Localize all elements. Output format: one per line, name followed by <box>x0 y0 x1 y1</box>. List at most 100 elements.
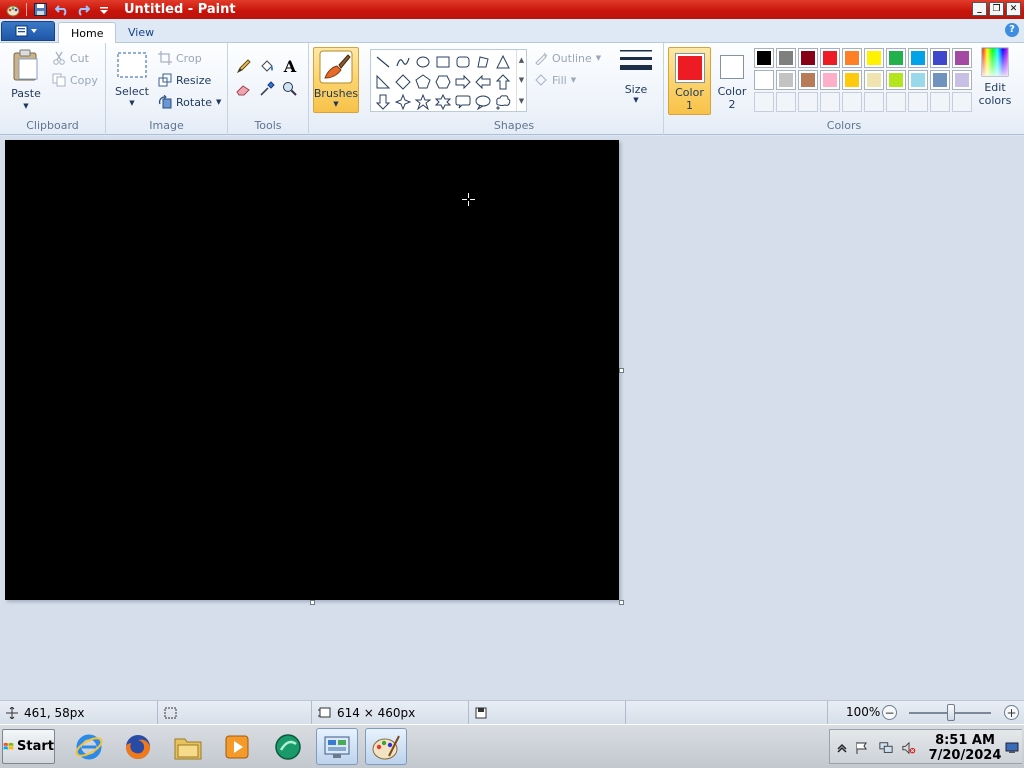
shape-curve[interactable] <box>393 52 413 72</box>
shape-six-point-star[interactable] <box>433 92 453 112</box>
shape-oval-callout[interactable] <box>473 92 493 112</box>
taskbar-control-panel[interactable] <box>316 728 358 765</box>
select-dropdown-icon[interactable]: ▼ <box>129 99 134 107</box>
palette-swatch[interactable] <box>886 70 906 90</box>
palette-swatch-empty[interactable] <box>930 92 950 112</box>
show-hidden-icons-icon[interactable] <box>835 741 849 755</box>
paste-button[interactable]: Paste ▼ <box>6 49 46 110</box>
network-icon[interactable] <box>879 741 893 755</box>
clock[interactable]: 8:51 AM 7/20/2024 <box>926 733 1004 763</box>
palette-swatch-empty[interactable] <box>886 92 906 112</box>
text-tool[interactable]: A <box>279 55 301 77</box>
restore-button[interactable]: ❐ <box>989 2 1004 16</box>
taskbar-firefox[interactable] <box>117 728 159 765</box>
tab-view[interactable]: View <box>116 22 166 44</box>
paste-dropdown-icon[interactable]: ▼ <box>23 102 28 110</box>
tab-home[interactable]: Home <box>58 22 117 44</box>
palette-swatch[interactable] <box>908 70 928 90</box>
palette-swatch[interactable] <box>908 48 928 68</box>
shape-four-point-star[interactable] <box>393 92 413 112</box>
start-button[interactable]: Start <box>2 729 55 764</box>
paint-menu-button[interactable] <box>1 21 55 41</box>
palette-swatch[interactable] <box>754 70 774 90</box>
fill-button[interactable]: Fill ▼ <box>534 73 576 87</box>
palette-swatch[interactable] <box>930 48 950 68</box>
taskbar-green-app[interactable] <box>267 728 309 765</box>
show-desktop-icon[interactable] <box>1004 741 1020 755</box>
palette-swatch[interactable] <box>864 48 884 68</box>
taskbar-media-player[interactable] <box>216 728 258 765</box>
shape-triangle[interactable] <box>493 52 513 72</box>
crop-button[interactable]: Crop <box>158 51 202 65</box>
select-button[interactable]: Select ▼ <box>112 51 152 107</box>
taskbar-file-explorer[interactable] <box>167 728 209 765</box>
palette-swatch[interactable] <box>930 70 950 90</box>
fill-tool[interactable] <box>256 55 278 77</box>
undo-icon[interactable] <box>54 2 69 17</box>
palette-swatch-empty[interactable] <box>908 92 928 112</box>
color-picker-tool[interactable] <box>256 78 278 100</box>
edit-colors-button[interactable]: Edit colors <box>975 47 1015 107</box>
shape-line[interactable] <box>373 52 393 72</box>
taskbar-internet-explorer[interactable] <box>68 728 110 765</box>
outline-button[interactable]: Outline ▼ <box>534 51 601 65</box>
brushes-button[interactable]: Brushes ▼ <box>313 47 359 113</box>
palette-swatch-empty[interactable] <box>842 92 862 112</box>
brushes-dropdown-icon[interactable]: ▼ <box>333 100 338 108</box>
palette-swatch-empty[interactable] <box>952 92 972 112</box>
palette-swatch[interactable] <box>864 70 884 90</box>
zoom-out-button[interactable]: − <box>882 705 897 720</box>
palette-swatch[interactable] <box>776 70 796 90</box>
rotate-button[interactable]: Rotate ▼ <box>158 95 221 109</box>
shape-right-arrow[interactable] <box>453 72 473 92</box>
save-icon[interactable] <box>33 2 48 17</box>
taskbar-paint[interactable] <box>365 728 407 765</box>
zoom-in-button[interactable]: + <box>1004 705 1019 720</box>
palette-swatch-empty[interactable] <box>864 92 884 112</box>
customize-qat-icon[interactable] <box>96 2 111 17</box>
palette-swatch[interactable] <box>798 48 818 68</box>
shapes-scrollbar[interactable]: ▲ ▼ ▼ <box>516 50 526 111</box>
zoom-slider-thumb[interactable] <box>947 704 955 721</box>
shape-five-point-star[interactable] <box>413 92 433 112</box>
palette-swatch[interactable] <box>754 48 774 68</box>
shape-up-arrow[interactable] <box>493 72 513 92</box>
palette-swatch-empty[interactable] <box>820 92 840 112</box>
shape-down-arrow[interactable] <box>373 92 393 112</box>
shapes-expand-icon[interactable]: ▼ <box>519 97 524 105</box>
help-icon[interactable]: ? <box>1005 23 1019 37</box>
close-button[interactable]: ✕ <box>1006 2 1021 16</box>
palette-swatch-empty[interactable] <box>798 92 818 112</box>
drawing-canvas[interactable] <box>5 140 619 600</box>
resize-button[interactable]: Resize <box>158 73 211 87</box>
palette-swatch[interactable] <box>798 70 818 90</box>
shape-hexagon[interactable] <box>433 72 453 92</box>
canvas-resize-handle-right[interactable] <box>619 368 624 373</box>
shapes-scroll-down-icon[interactable]: ▼ <box>519 76 524 84</box>
shape-rectangle[interactable] <box>433 52 453 72</box>
eraser-tool[interactable] <box>233 78 255 100</box>
palette-swatch[interactable] <box>886 48 906 68</box>
canvas-resize-handle-bottom[interactable] <box>310 600 315 605</box>
shape-rounded-rectangle[interactable] <box>453 52 473 72</box>
palette-swatch[interactable] <box>952 70 972 90</box>
cut-button[interactable]: Cut <box>52 51 89 65</box>
palette-swatch[interactable] <box>952 48 972 68</box>
shape-diamond[interactable] <box>393 72 413 92</box>
palette-swatch[interactable] <box>842 48 862 68</box>
color1-button[interactable]: Color 1 <box>668 47 711 115</box>
pencil-tool[interactable] <box>233 55 255 77</box>
minimize-button[interactable]: _ <box>972 2 987 16</box>
palette-swatch[interactable] <box>776 48 796 68</box>
palette-swatch[interactable] <box>820 70 840 90</box>
shape-left-arrow[interactable] <box>473 72 493 92</box>
copy-button[interactable]: Copy <box>52 73 98 87</box>
volume-muted-icon[interactable] <box>902 741 916 755</box>
shape-right-triangle[interactable] <box>373 72 393 92</box>
shape-oval[interactable] <box>413 52 433 72</box>
shape-rounded-callout[interactable] <box>453 92 473 112</box>
magnifier-tool[interactable] <box>279 78 301 100</box>
shape-polygon[interactable] <box>473 52 493 72</box>
palette-swatch[interactable] <box>820 48 840 68</box>
shape-pentagon[interactable] <box>413 72 433 92</box>
